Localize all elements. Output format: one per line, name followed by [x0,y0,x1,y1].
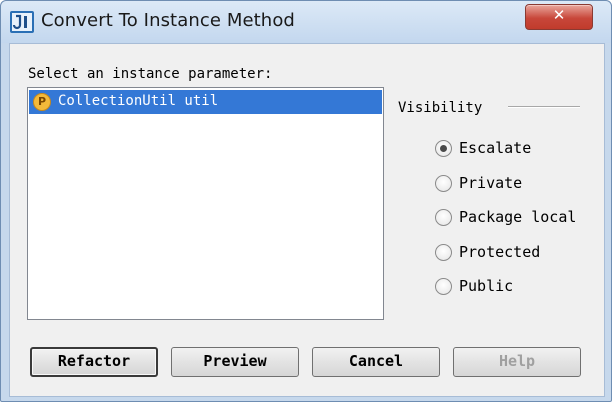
radio-button[interactable] [435,244,452,261]
intellij-app-icon [10,11,34,33]
visibility-label: Visibility [398,100,483,116]
list-item-label: CollectionUtil util [58,93,219,109]
preview-button[interactable]: Preview [171,347,299,377]
radio-label: Protected [459,243,541,261]
radio-button[interactable] [435,278,452,295]
radio-button[interactable] [435,209,452,226]
instance-parameter-label: Select an instance parameter: [28,66,273,82]
dialog-window: Convert To Instance Method ✕ Select an i… [0,0,612,402]
dialog-content: Select an instance parameter: P Collecti… [9,43,605,397]
list-item[interactable]: P CollectionUtil util [29,90,382,114]
instance-parameter-list[interactable]: P CollectionUtil util [27,87,384,320]
title-bar[interactable]: Convert To Instance Method ✕ [1,1,611,43]
radio-label: Escalate [459,139,532,157]
radio-button[interactable] [435,140,452,157]
radio-label: Public [459,277,514,295]
radio-label: Private [459,174,523,192]
close-button[interactable]: ✕ [525,4,593,30]
cancel-button[interactable]: Cancel [312,347,440,377]
radio-label: Package local [459,208,577,226]
close-icon: ✕ [552,6,566,24]
help-button[interactable]: Help [453,347,581,377]
dialog-title: Convert To Instance Method [41,10,295,31]
refactor-button[interactable]: Refactor [30,347,158,377]
visibility-divider [508,106,580,108]
parameter-icon: P [33,93,51,111]
radio-button[interactable] [435,175,452,192]
